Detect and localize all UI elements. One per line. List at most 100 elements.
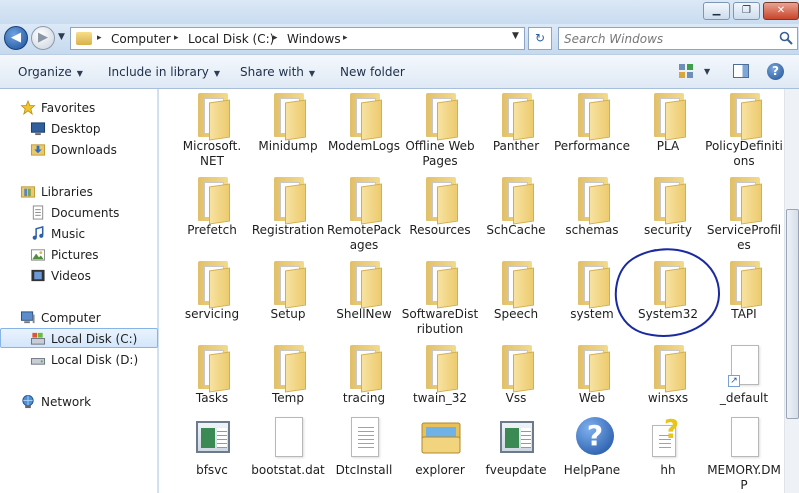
folder-icon — [76, 32, 92, 45]
folder-icon — [652, 261, 686, 309]
maximize-button[interactable]: ❐ — [733, 2, 760, 20]
file-item[interactable]: TAPI — [705, 259, 783, 343]
breadcrumb-local-disk[interactable]: Local Disk (C:) — [188, 32, 274, 46]
vertical-scrollbar[interactable] — [784, 89, 799, 493]
sidebar-item-desktop[interactable]: Desktop — [0, 119, 158, 139]
refresh-button[interactable]: ↻ — [528, 27, 552, 50]
file-item[interactable]: servicing — [173, 259, 251, 343]
organize-button[interactable]: Organize ▼ — [18, 65, 83, 79]
file-item[interactable]: Microsoft. NET — [173, 91, 251, 175]
folder-icon — [196, 261, 230, 309]
file-item-label: schemas — [565, 223, 619, 237]
file-item-label: PolicyDefinitions — [705, 139, 783, 168]
sidebar-item-downloads[interactable]: Downloads — [0, 140, 158, 160]
file-item[interactable]: Offline Web Pages — [401, 91, 479, 175]
file-item-label: Setup — [270, 307, 306, 321]
help-icon[interactable]: ? — [767, 63, 784, 80]
file-item[interactable]: Resources — [401, 175, 479, 259]
view-options-icon[interactable] — [679, 64, 693, 78]
folder-icon — [272, 93, 306, 141]
sidebar-item-local-disk-c[interactable]: Local Disk (C:) — [0, 328, 158, 348]
file-item[interactable]: SoftwareDistribution — [401, 259, 479, 343]
file-item[interactable]: ServiceProfiles — [705, 175, 783, 259]
sidebar-item-documents[interactable]: Documents — [0, 203, 158, 223]
application-window-icon — [196, 417, 230, 463]
network-globe-icon — [22, 394, 34, 409]
file-item[interactable]: RemotePackages — [325, 175, 403, 259]
file-item[interactable]: Minidump — [249, 91, 327, 175]
file-item-label: Web — [578, 391, 606, 405]
file-item[interactable]: bootstat.dat — [249, 415, 327, 493]
preview-pane-icon[interactable] — [733, 64, 749, 78]
forward-button[interactable]: ▶ — [31, 26, 55, 50]
file-item[interactable]: Setup — [249, 259, 327, 343]
sidebar-item-local-disk-d[interactable]: Local Disk (D:) — [0, 350, 158, 370]
file-item[interactable]: security — [629, 175, 707, 259]
sidebar-label: Documents — [51, 206, 120, 220]
address-bar[interactable]: ▸ Computer ▸ Local Disk (C:) ▸ Windows ▸ — [70, 27, 525, 50]
breadcrumb-computer[interactable]: Computer — [111, 32, 171, 46]
chevron-right-icon[interactable]: ▸ — [273, 33, 278, 43]
file-item[interactable]: DtcInstall — [325, 415, 403, 493]
file-item[interactable]: Registration — [249, 175, 327, 259]
file-item[interactable]: system — [553, 259, 631, 343]
search-input[interactable] — [564, 31, 764, 47]
file-item[interactable]: MEMORY.DMP — [705, 415, 783, 493]
minimize-button[interactable]: ▁ — [703, 2, 730, 20]
file-item[interactable]: explorer — [401, 415, 479, 493]
file-item-label: SoftwareDistribution — [401, 307, 479, 336]
sidebar-item-network[interactable]: Network — [0, 392, 158, 412]
folder-icon — [424, 261, 458, 309]
new-folder-button[interactable]: New folder — [340, 65, 405, 79]
folder-icon — [576, 261, 610, 309]
recent-pages-dropdown[interactable]: ▼ — [58, 32, 65, 42]
file-item[interactable]: ? HelpPane — [553, 415, 631, 493]
back-button[interactable]: ◀ — [4, 26, 28, 50]
breadcrumb-windows[interactable]: Windows — [287, 32, 341, 46]
include-in-library-button[interactable]: Include in library ▼ — [108, 65, 220, 79]
share-with-button[interactable]: Share with ▼ — [240, 65, 315, 79]
folder-icon — [348, 93, 382, 141]
chevron-right-icon[interactable]: ▸ — [174, 33, 179, 43]
file-item[interactable]: Speech — [477, 259, 555, 343]
file-item[interactable]: bfsvc — [173, 415, 251, 493]
file-item[interactable]: System32 — [629, 259, 707, 343]
file-item[interactable]: PolicyDefinitions — [705, 91, 783, 175]
sidebar-item-videos[interactable]: Videos — [0, 266, 158, 286]
file-item-label: twain_32 — [412, 391, 468, 405]
search-icon[interactable] — [779, 31, 793, 45]
file-item[interactable]: SchCache — [477, 175, 555, 259]
search-box[interactable] — [558, 27, 798, 50]
file-item[interactable]: Prefetch — [173, 175, 251, 259]
file-item[interactable]: ModemLogs — [325, 91, 403, 175]
title-bar: ▁ ❐ ✕ — [0, 0, 799, 24]
file-item[interactable]: Panther — [477, 91, 555, 175]
chevron-down-icon[interactable]: ▼ — [704, 67, 710, 76]
file-item[interactable]: Performance — [553, 91, 631, 175]
file-item[interactable]: ? hh — [629, 415, 707, 493]
scrollbar-thumb[interactable] — [786, 209, 799, 419]
address-history-dropdown[interactable]: ▼ — [512, 31, 519, 41]
star-icon — [20, 100, 36, 115]
file-item[interactable]: schemas — [553, 175, 631, 259]
file-list[interactable]: Microsoft. NET Minidump ModemLogs Offline W… — [159, 89, 784, 493]
sidebar-item-libraries[interactable]: Libraries — [0, 182, 158, 202]
sidebar-item-music[interactable]: Music — [0, 224, 158, 244]
folder-icon — [424, 93, 458, 141]
sidebar-item-pictures[interactable]: Pictures — [0, 245, 158, 265]
sidebar-item-favorites[interactable]: Favorites — [0, 98, 158, 118]
file-item[interactable]: PLA — [629, 91, 707, 175]
close-button[interactable]: ✕ — [763, 2, 799, 20]
file-item[interactable]: ShellNew — [325, 259, 403, 343]
folder-icon — [272, 177, 306, 225]
sidebar-item-computer[interactable]: Computer — [0, 308, 158, 328]
file-item-label: system — [570, 307, 614, 321]
drive-icon — [30, 332, 46, 345]
folder-icon — [652, 345, 686, 393]
sidebar-label: Desktop — [51, 122, 101, 136]
file-item-label: Panther — [492, 139, 540, 153]
chevron-right-icon[interactable]: ▸ — [343, 33, 348, 43]
file-item[interactable]: fveupdate — [477, 415, 555, 493]
shortcut-file-icon: ↗ — [728, 345, 762, 391]
chevron-right-icon[interactable]: ▸ — [97, 33, 102, 43]
